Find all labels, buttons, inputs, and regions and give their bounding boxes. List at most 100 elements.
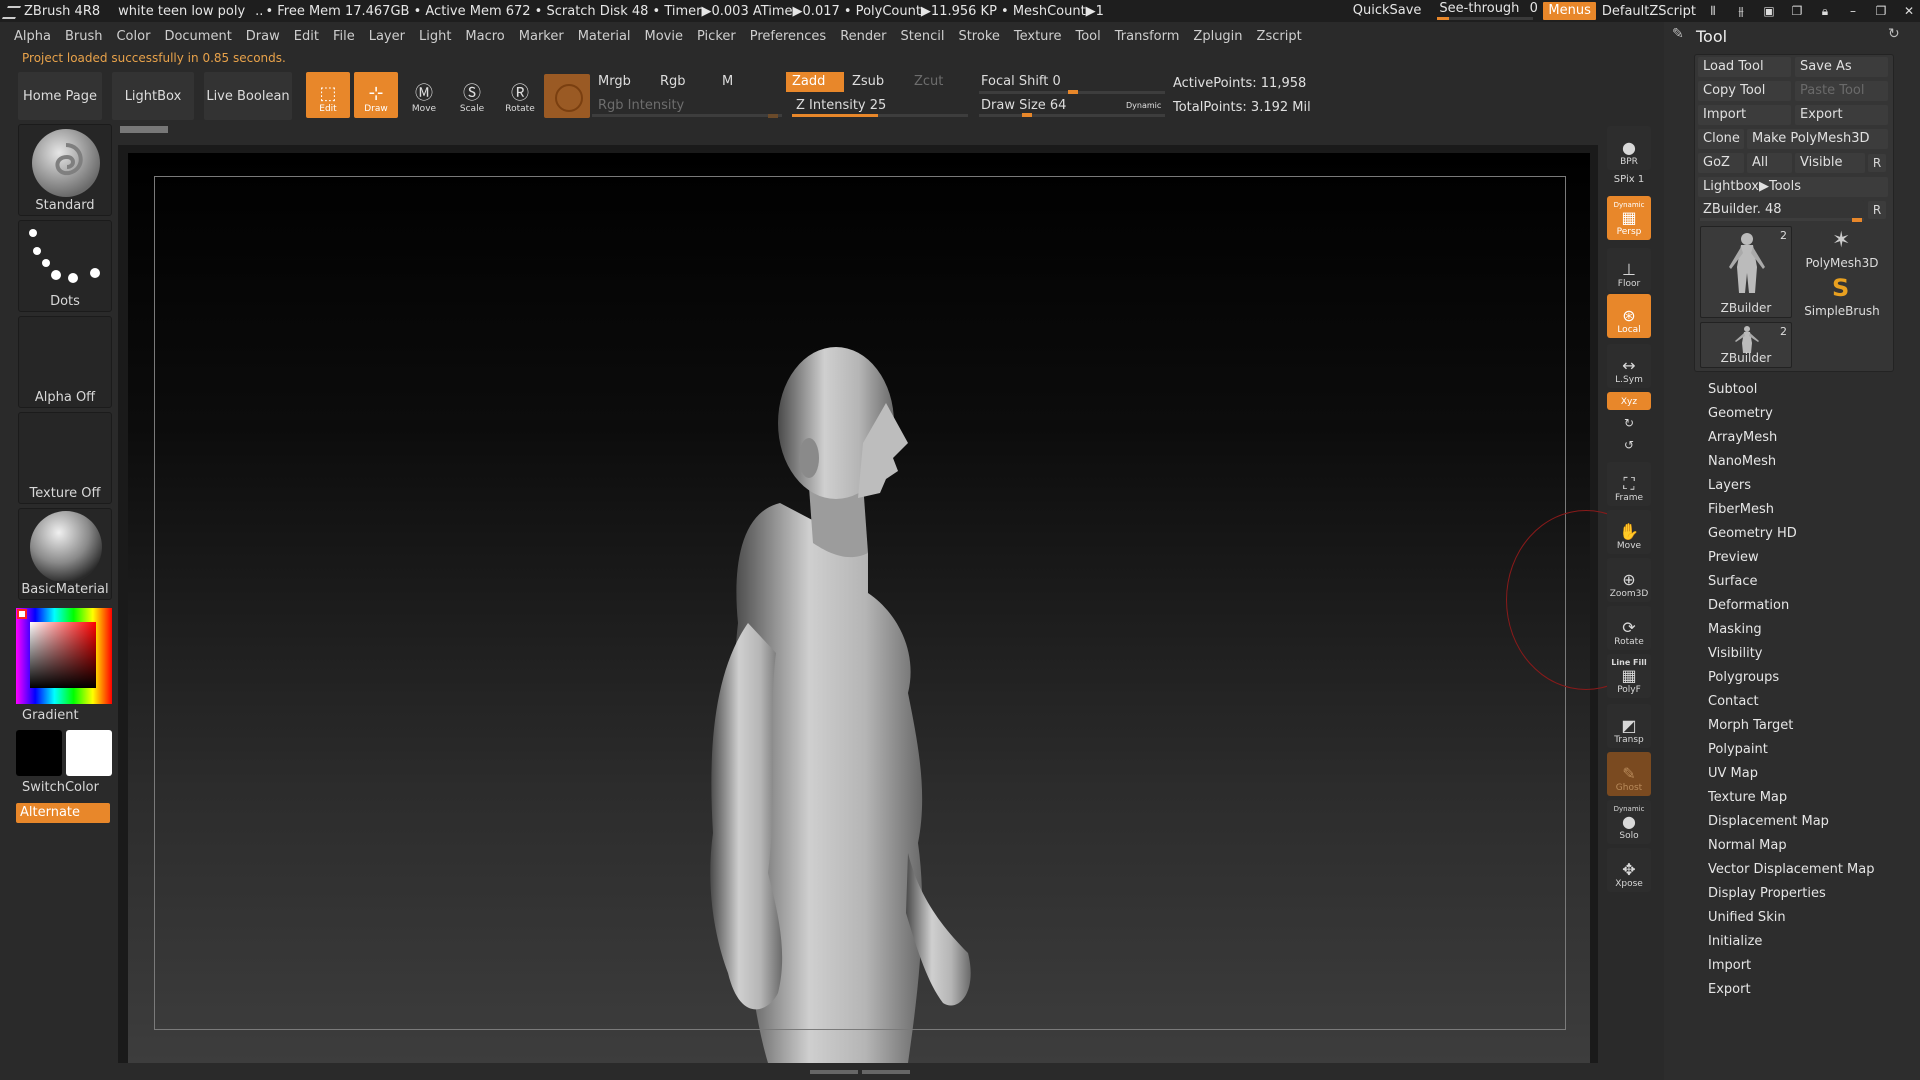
tool-section-displacement-map[interactable]: Displacement Map [1708, 814, 1829, 829]
mrgb-button[interactable]: Mrgb [592, 72, 654, 92]
tool-section-import[interactable]: Import [1708, 958, 1751, 973]
export-button[interactable]: Export [1795, 105, 1888, 125]
tool-thumb-polymesh3d[interactable]: ✶ PolyMesh3D [1796, 226, 1888, 272]
rotate-view-button[interactable]: ⟳ Rotate [1607, 606, 1651, 650]
alpha-picker[interactable]: Alpha Off [18, 316, 112, 408]
goz-visible-button[interactable]: Visible [1795, 153, 1865, 173]
live-boolean-button[interactable]: Live Boolean [204, 72, 292, 120]
tool-section-arraymesh[interactable]: ArrayMesh [1708, 430, 1777, 445]
tool-section-initialize[interactable]: Initialize [1708, 934, 1762, 949]
tool-thumb-simplebrush[interactable]: S SimpleBrush [1796, 274, 1888, 320]
polyf-button[interactable]: Line Fill ▦ PolyF [1607, 654, 1651, 698]
frame-button[interactable]: ⛶ Frame [1607, 462, 1651, 506]
paste-tool-button[interactable]: Paste Tool [1795, 81, 1888, 101]
material-picker[interactable]: BasicMaterial [18, 508, 112, 600]
xpose-button[interactable]: ✥ Xpose [1607, 848, 1651, 892]
window-tile-icon[interactable]: ▣ [1758, 0, 1780, 22]
m-button[interactable]: M [716, 72, 776, 92]
tool-section-morph-target[interactable]: Morph Target [1708, 718, 1793, 733]
import-button[interactable]: Import [1698, 105, 1791, 125]
tool-section-display-properties[interactable]: Display Properties [1708, 886, 1826, 901]
minimize-icon[interactable]: – [1842, 0, 1864, 22]
menu-zplugin[interactable]: Zplugin [1193, 29, 1242, 44]
tool-thumb-zbuilder-small[interactable]: 2 ZBuilder [1700, 322, 1792, 368]
stroke-picker[interactable]: Dots [18, 220, 112, 312]
persp-button[interactable]: Dynamic ▦ Persp [1607, 196, 1651, 240]
lock-icon[interactable]: 🔒︎ [1814, 0, 1836, 22]
menu-zscript[interactable]: Zscript [1257, 29, 1302, 44]
goz-button[interactable]: GoZ [1698, 153, 1744, 173]
bpr-button[interactable]: ● BPR [1607, 126, 1651, 170]
gradient-label[interactable]: Gradient [22, 708, 79, 723]
z-intensity-slider[interactable]: Z Intensity 25 [790, 96, 966, 116]
tool-section-preview[interactable]: Preview [1708, 550, 1759, 565]
tool-section-contact[interactable]: Contact [1708, 694, 1759, 709]
color-saturation-square[interactable] [30, 622, 96, 688]
tool-section-uv-map[interactable]: UV Map [1708, 766, 1758, 781]
restore-icon[interactable]: ❐ [1870, 0, 1892, 22]
menu-stroke[interactable]: Stroke [958, 29, 999, 44]
menu-movie[interactable]: Movie [645, 29, 683, 44]
menu-color[interactable]: Color [116, 29, 150, 44]
draw-size-slider[interactable]: Draw Size 64 [975, 96, 1125, 116]
tool-section-nanomesh[interactable]: NanoMesh [1708, 454, 1776, 469]
load-tool-button[interactable]: Load Tool [1698, 57, 1791, 77]
tool-section-normal-map[interactable]: Normal Map [1708, 838, 1787, 853]
save-as-button[interactable]: Save As [1795, 57, 1888, 77]
switchcolor-button[interactable]: SwitchColor [22, 780, 99, 795]
rgb-intensity-slider[interactable]: Rgb Intensity [592, 96, 782, 116]
ghost-button[interactable]: ✎ Ghost [1607, 752, 1651, 796]
home-page-button[interactable]: Home Page [18, 72, 102, 120]
tool-section-layers[interactable]: Layers [1708, 478, 1751, 493]
palette-pin-icon[interactable]: ✎ [1672, 26, 1684, 42]
tool-section-subtool[interactable]: Subtool [1708, 382, 1757, 397]
menu-draw[interactable]: Draw [246, 29, 280, 44]
tool-section-polygroups[interactable]: Polygroups [1708, 670, 1779, 685]
menu-light[interactable]: Light [419, 29, 451, 44]
menu-material[interactable]: Material [578, 29, 631, 44]
main-color-swatch[interactable] [16, 730, 62, 776]
edit-button[interactable]: ⬚ Edit [306, 72, 350, 118]
rgb-button[interactable]: Rgb [654, 72, 714, 92]
clone-button[interactable]: Clone [1698, 129, 1744, 149]
menu-preferences[interactable]: Preferences [750, 29, 826, 44]
menu-document[interactable]: Document [164, 29, 231, 44]
tool-section-polypaint[interactable]: Polypaint [1708, 742, 1768, 757]
default-zscript-button[interactable]: DefaultZScript [1602, 4, 1696, 19]
transp-button[interactable]: ◩ Transp [1607, 704, 1651, 748]
tool-thumb-zbuilder[interactable]: 2 ZBuilder [1700, 226, 1792, 318]
tool-section-vector-displacement-map[interactable]: Vector Displacement Map [1708, 862, 1875, 877]
tool-section-export[interactable]: Export [1708, 982, 1751, 997]
seethrough-slider[interactable]: See-through 0 [1433, 0, 1538, 22]
palette-refresh-icon[interactable]: ↻ [1888, 26, 1900, 42]
tool-section-masking[interactable]: Masking [1708, 622, 1762, 637]
zcut-button[interactable]: Zcut [908, 72, 968, 92]
y-rotate-icon[interactable]: ↻ [1607, 416, 1651, 430]
scale-button[interactable]: Ⓢ Scale [450, 72, 494, 118]
lsym-button[interactable]: ↔ L.Sym [1607, 344, 1651, 388]
menu-picker[interactable]: Picker [697, 29, 736, 44]
tool-r-button[interactable]: R [1868, 201, 1886, 219]
menu-marker[interactable]: Marker [519, 29, 564, 44]
window-cascade-icon[interactable]: ❐ [1786, 0, 1808, 22]
tool-section-surface[interactable]: Surface [1708, 574, 1758, 589]
texture-picker[interactable]: Texture Off [18, 412, 112, 504]
material-color-swatch[interactable] [544, 74, 590, 118]
focal-shift-slider[interactable]: Focal Shift 0 [975, 72, 1165, 92]
lightbox-tools-button[interactable]: Lightbox▶Tools [1698, 177, 1888, 197]
layout-icon[interactable]: ⫴ [1702, 0, 1724, 22]
menu-texture[interactable]: Texture [1014, 29, 1062, 44]
goz-all-button[interactable]: All [1747, 153, 1792, 173]
tool-section-geometry-hd[interactable]: Geometry HD [1708, 526, 1797, 541]
menu-stencil[interactable]: Stencil [900, 29, 944, 44]
floor-button[interactable]: ⊥ Floor [1607, 248, 1651, 292]
z-rotate-icon[interactable]: ↺ [1607, 438, 1651, 452]
menu-edit[interactable]: Edit [294, 29, 319, 44]
zadd-button[interactable]: Zadd [786, 72, 844, 92]
draw-button[interactable]: ⊹ Draw [354, 72, 398, 118]
dynamic-toggle[interactable]: Dynamic [1120, 96, 1161, 116]
menu-render[interactable]: Render [840, 29, 886, 44]
menu-macro[interactable]: Macro [465, 29, 504, 44]
move-view-button[interactable]: ✋ Move [1607, 510, 1651, 554]
secondary-color-swatch[interactable] [66, 730, 112, 776]
